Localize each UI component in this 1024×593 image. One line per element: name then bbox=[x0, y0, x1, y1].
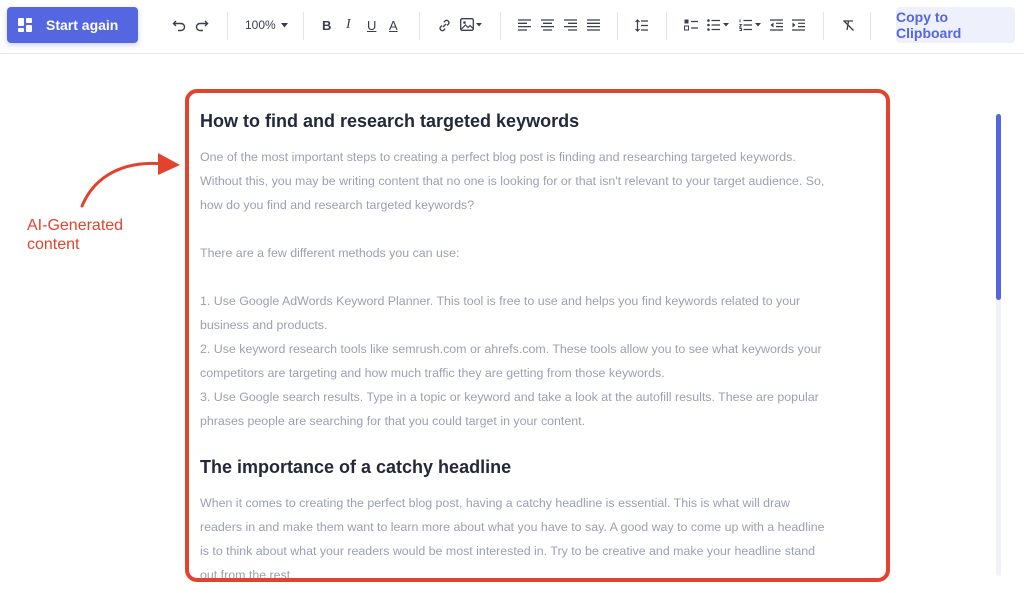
section-body: One of the most important steps to creat… bbox=[200, 145, 840, 433]
annotation-arrow-icon bbox=[80, 153, 180, 208]
outdent-icon[interactable] bbox=[770, 14, 783, 36]
align-justify-icon[interactable] bbox=[587, 14, 600, 36]
text-line: 2. Use keyword research tools like semru… bbox=[200, 342, 822, 356]
scrollbar-thumb[interactable] bbox=[996, 114, 1001, 300]
link-icon[interactable] bbox=[437, 14, 452, 36]
align-left-icon[interactable] bbox=[518, 14, 531, 36]
text-line: phrases people are searching for that yo… bbox=[200, 414, 586, 428]
zoom-value: 100% bbox=[245, 18, 276, 32]
editor-toolbar: Start again 100% B I U A Copy to Clipboa… bbox=[0, 0, 1024, 54]
start-again-button[interactable]: Start again bbox=[7, 7, 138, 43]
section-body: When it comes to creating the perfect bl… bbox=[200, 491, 840, 582]
text-line: is to think about what your readers woul… bbox=[200, 544, 816, 558]
chevron-down-icon bbox=[280, 22, 288, 28]
section-heading: The importance of a catchy headline bbox=[200, 457, 512, 477]
ai-content-highlight-frame: How to find and research targeted keywor… bbox=[185, 89, 890, 582]
text-line: readers in and make them want to learn m… bbox=[200, 520, 825, 534]
text-line: out from the rest. bbox=[200, 568, 294, 582]
bullet-list-icon[interactable] bbox=[707, 14, 729, 36]
copy-to-clipboard-button[interactable]: Copy to Clipboard bbox=[896, 7, 1015, 43]
text-line: how do you find and research targeted ke… bbox=[200, 198, 475, 212]
text-line: When it comes to creating the perfect bl… bbox=[200, 496, 791, 510]
italic-button[interactable]: I bbox=[346, 14, 351, 36]
text-line: Without this, you may be writing content… bbox=[200, 174, 825, 188]
align-center-icon[interactable] bbox=[541, 14, 554, 36]
bold-button[interactable]: B bbox=[322, 14, 331, 36]
indent-icon[interactable] bbox=[792, 14, 805, 36]
text-line: There are a few different methods you ca… bbox=[200, 246, 460, 260]
redo-icon[interactable] bbox=[195, 14, 209, 36]
text-color-button[interactable]: A bbox=[389, 14, 398, 36]
copy-label: Copy to Clipboard bbox=[896, 9, 962, 41]
line-spacing-icon[interactable] bbox=[635, 14, 648, 36]
annotation-line-2: content bbox=[27, 236, 80, 253]
undo-icon[interactable] bbox=[172, 14, 186, 36]
editor-content[interactable]: How to find and research targeted keywor… bbox=[200, 109, 840, 582]
text-line: 1. Use Google AdWords Keyword Planner. T… bbox=[200, 294, 801, 308]
underline-button[interactable]: U bbox=[367, 14, 376, 36]
text-line: One of the most important steps to creat… bbox=[200, 150, 796, 164]
annotation-line-1: AI-Generated bbox=[27, 217, 124, 234]
text-line bbox=[200, 217, 840, 241]
grid-icon bbox=[18, 18, 32, 32]
image-icon[interactable] bbox=[460, 14, 482, 36]
text-line: 3. Use Google search results. Type in a … bbox=[200, 390, 819, 404]
align-right-icon[interactable] bbox=[564, 14, 577, 36]
ai-generated-annotation: AI-Generated content bbox=[27, 216, 147, 254]
text-line: business and products. bbox=[200, 318, 328, 332]
section-heading: How to find and research targeted keywor… bbox=[200, 111, 580, 131]
clear-format-icon[interactable] bbox=[842, 14, 855, 36]
checklist-icon[interactable] bbox=[684, 14, 698, 36]
text-line: competitors are targeting and how much t… bbox=[200, 366, 665, 380]
start-again-label: Start again bbox=[46, 17, 119, 33]
text-line bbox=[200, 265, 840, 289]
numbered-list-icon[interactable] bbox=[739, 14, 761, 36]
zoom-select[interactable]: 100% bbox=[245, 14, 288, 36]
